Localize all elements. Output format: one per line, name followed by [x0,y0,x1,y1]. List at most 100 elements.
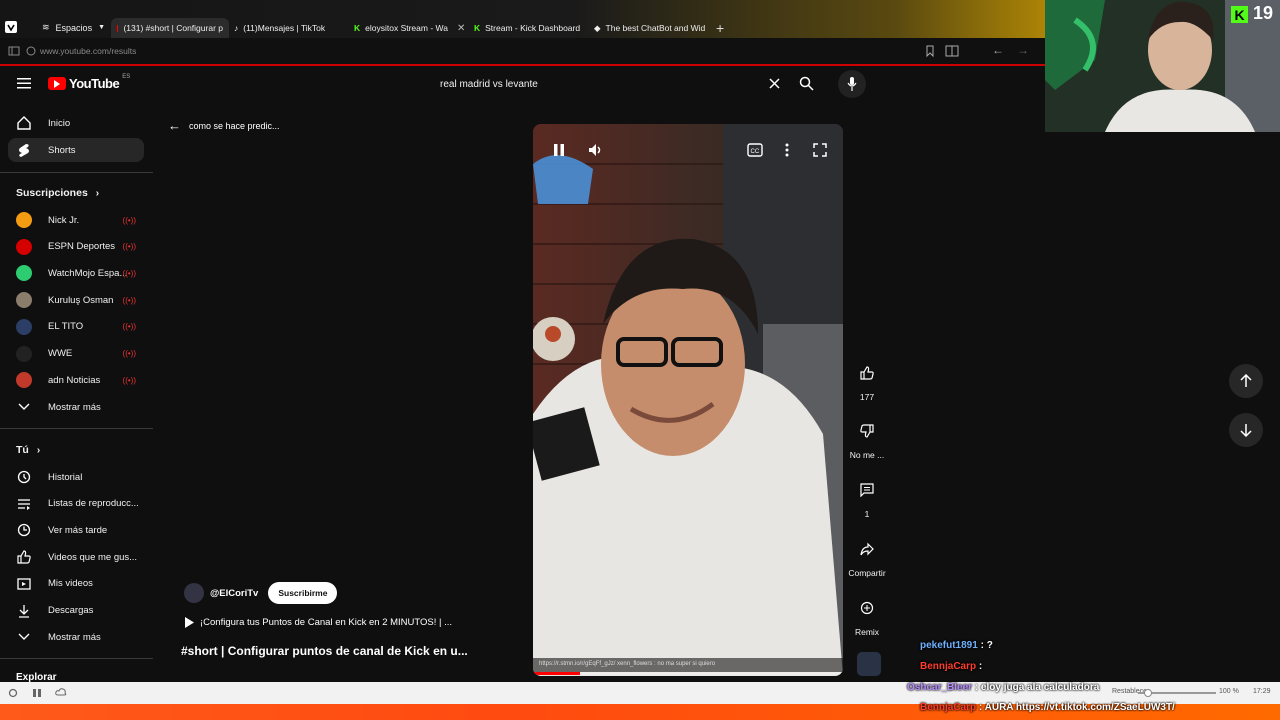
arrow-up-icon [1240,374,1252,388]
short-channel-row: @ElCoriTv Suscribirme [184,582,338,604]
browser-menu-icon[interactable] [5,21,17,33]
page-load-line [0,64,1045,66]
video-progress-fill [533,672,580,675]
sidebar-item-historial[interactable]: Historial [8,465,144,489]
settings-icon[interactable] [8,688,18,698]
search-input[interactable]: real madrid vs levante [440,79,538,90]
chat-username: pekefut1891 [920,640,978,651]
tab-title: (131) #short | Configurar p [123,23,223,33]
chatbot-icon: ◆ [594,22,601,33]
share-icon[interactable] [850,532,884,566]
short-video-player[interactable]: CC https://r.stmn.io/r/gEqFf_gJz/ xenn_f… [533,124,843,676]
remix-action[interactable]: Remix [846,591,888,637]
webcam-overlay: K 19 [1045,0,1280,132]
dislike-action[interactable]: No me ... [843,414,891,460]
video-progress-track[interactable] [533,672,843,675]
sidebar-item-ver-m-s-tarde[interactable]: Ver más tarde [8,518,144,542]
spaces-icon: ≋ [42,22,50,32]
like-icon[interactable] [850,356,884,390]
sidebar-item-inicio[interactable]: Inicio [8,111,144,135]
next-short-button[interactable] [1229,413,1263,447]
subscriptions-heading[interactable]: Suscripciones › [16,187,99,199]
fullscreen-icon[interactable] [812,142,828,158]
cloud-icon[interactable] [55,687,67,697]
channel-avatar [16,372,32,389]
channel-avatar[interactable] [184,583,204,603]
tab-tiktok[interactable]: ♪ (11)Mensajes | TikTok [234,18,344,38]
viewer-count: 19 [1253,3,1274,23]
previous-short-button[interactable] [1229,364,1263,398]
related-video-link[interactable]: ¡Configura tus Puntos de Canal en Kick e… [184,617,452,628]
forward-arrow-icon[interactable]: → [1017,43,1029,57]
sidebar-item-listas-de-reproducc[interactable]: Listas de reproducc... [8,492,144,516]
sidebar-item-descargas[interactable]: Descargas [8,599,144,623]
remix-icon[interactable] [850,591,884,625]
short-title: #short | Configurar puntos de canal de K… [181,644,468,658]
url-text[interactable]: www.youtube.com/results [40,46,136,56]
panels-icon[interactable] [32,688,42,698]
pause-icon[interactable] [551,142,567,158]
sidebar-item-label: WWE [48,348,73,359]
sidebar-subscription-item[interactable]: Nick Jr. ((•)) [8,208,144,232]
back-arrow-icon[interactable]: ← [992,43,1004,57]
address-bar: ← → [0,38,1045,64]
more-options-icon[interactable] [783,142,791,158]
search-icon[interactable] [799,76,814,91]
sidebar-subs-show-more[interactable]: Mostrar más [8,395,144,419]
captions-icon[interactable]: CC [747,143,763,157]
comment-icon[interactable] [850,473,884,507]
chat-text: : ? [977,640,993,651]
volume-icon[interactable] [587,142,603,158]
channel-name[interactable]: @ElCoriTv [210,588,258,599]
sidebar-item-label: Mostrar más [48,631,101,643]
chat-text: : AURA https://vt.tiktok.com/ZSaeLUW3T/ [976,702,1175,713]
sidebar-you-show-more[interactable]: Mostrar más [8,625,144,649]
sidebar-subscription-item[interactable]: ESPN Deportes ((•)) [8,235,144,259]
arrow-down-icon [1240,423,1252,437]
split-view-icon[interactable] [945,45,959,57]
sidebar-subscription-item[interactable]: WWE ((•)) [8,342,144,366]
back-to-results[interactable]: ← como se hace predic... [168,118,280,133]
sidebar-item-videos-que-me-gus[interactable]: Videos que me gus... [8,545,144,569]
hamburger-menu-icon[interactable] [17,77,31,89]
shorts-icon [16,142,32,158]
close-tab-icon[interactable]: ✕ [457,23,465,34]
sidebar-subscription-item[interactable]: adn Noticias ((•)) [8,368,144,392]
subscribe-button[interactable]: Suscribirme [268,582,338,604]
kick-icon: K [354,23,361,33]
sidebar-item-mis-videos[interactable]: Mis videos [8,572,144,596]
youtube-logo-text: YouTube [69,76,120,91]
tab-youtube[interactable]: (131) #short | Configurar p [111,18,229,38]
zoom-slider[interactable] [1138,689,1216,697]
tab-chatbot[interactable]: ◆ The best ChatBot and Wid [594,18,708,38]
clear-search-icon[interactable] [768,77,781,90]
dislike-icon[interactable] [850,414,884,448]
site-info-icon[interactable] [25,45,37,57]
channel-avatar [16,265,32,282]
channel-avatar [16,238,32,255]
sidebar-item-label: Mostrar más [48,401,101,413]
audio-thumbnail[interactable] [857,652,881,676]
zoom-slider-thumb[interactable] [1144,689,1152,697]
search-box[interactable]: real madrid vs levante [430,70,790,98]
sidebar-item-label: Shorts [48,144,76,156]
zoom-level: 100 % [1219,688,1239,695]
spaces-button[interactable]: ≋ Espacios ▼ [42,22,105,33]
youtube-logo[interactable]: YouTube ES [48,74,130,91]
sidebar-subscription-item[interactable]: WatchMojo Espa... ((•)) [8,261,144,285]
share-action[interactable]: Compartir [843,532,891,578]
new-tab-button[interactable]: + [716,20,724,36]
comments-action[interactable]: 1 [846,473,888,519]
like-action[interactable]: 177 [846,356,888,402]
tab-kick-dashboard[interactable]: K Stream - Kick Dashboard [474,18,586,38]
play-icon [184,617,194,628]
sidebar-toggle-icon[interactable] [8,45,20,57]
sidebar-subscription-item[interactable]: Kuruluş Osman ((•)) [8,288,144,312]
sidebar-subscription-item[interactable]: EL TITO ((•)) [8,315,144,339]
sidebar-item-shorts[interactable]: Shorts [8,138,144,162]
tab-kick-stream[interactable]: K eloysitox Stream - Wa ✕ [354,18,466,38]
voice-search-button[interactable] [838,70,866,98]
video-frame [533,124,843,676]
you-heading[interactable]: Tú › [16,444,40,456]
bookmark-icon[interactable] [925,45,935,57]
